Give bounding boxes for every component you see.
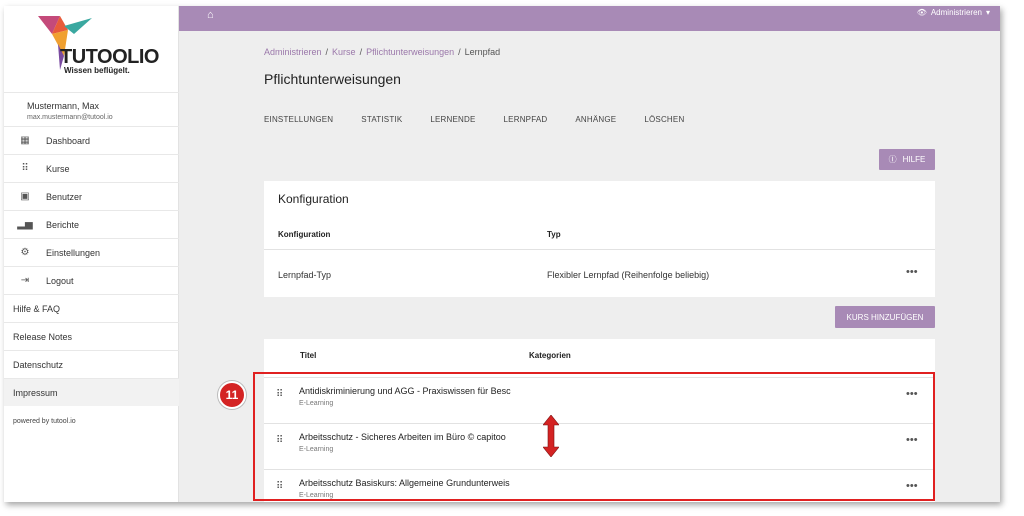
brand-tagline: Wissen beflügelt. <box>64 66 130 75</box>
sidebar-item-label: Einstellungen <box>46 247 101 258</box>
sidebar-item-berichte[interactable]: ▂▅ Berichte <box>4 210 179 238</box>
sidebar-item-label: Kurse <box>46 163 70 174</box>
sidebar-item-label: Benutzer <box>46 191 83 202</box>
annotation-highlight-box <box>253 372 935 501</box>
topbar: ⌂ 👁 Administrieren ▾ <box>179 6 1000 31</box>
dashboard-icon: ▦ <box>20 135 30 146</box>
sidebar-item-label: Dashboard <box>46 135 91 146</box>
config-card: Konfiguration Konfiguration Typ Lernpfad… <box>264 181 935 297</box>
config-header-type: Typ <box>547 230 561 239</box>
user-email: max.mustermann@tutool.io <box>27 114 113 121</box>
more-options-icon[interactable]: ••• <box>906 266 918 278</box>
config-row-name: Lernpfad-Typ <box>278 270 332 280</box>
user-info: Mustermann, Max max.mustermann@tutool.io <box>4 92 179 126</box>
config-title: Konfiguration <box>278 192 349 206</box>
apps-grid-icon: ⠿ <box>21 163 29 174</box>
page-title: Pflichtunterweisungen <box>264 71 401 87</box>
breadcrumb-current: Lernpfad <box>464 47 501 57</box>
annotation-step-badge: 11 <box>218 381 246 409</box>
breadcrumb-kurse[interactable]: Kurse <box>332 47 356 57</box>
eye-icon: 👁 <box>916 8 927 17</box>
sidebar-item-dashboard[interactable]: ▦ Dashboard <box>4 126 179 154</box>
sidebar-link-impressum[interactable]: Impressum <box>4 378 179 406</box>
sidebar-item-einstellungen[interactable]: ⚙ Einstellungen <box>4 238 179 266</box>
config-row-type: Flexibler Lernpfad (Reihenfolge beliebig… <box>547 270 710 280</box>
reorder-arrow-icon <box>543 415 559 457</box>
admin-menu[interactable]: 👁 Administrieren ▾ <box>917 8 990 17</box>
help-button[interactable]: ⓘ HILFE <box>879 149 935 170</box>
sidebar-item-logout[interactable]: ⇥ Logout <box>4 266 179 294</box>
admin-menu-label: Administrieren <box>930 8 982 17</box>
sidebar-item-label: Berichte <box>46 219 80 230</box>
user-name: Mustermann, Max <box>27 101 100 111</box>
sidebar-link-hilfe-faq[interactable]: Hilfe & FAQ <box>4 294 179 322</box>
add-course-button-label: KURS HINZUFÜGEN <box>846 312 924 322</box>
divider <box>264 249 935 250</box>
powered-by-text: powered by tutool.io <box>13 418 76 425</box>
breadcrumb: Administrieren / Kurse / Pflichtunterweisung… <box>264 47 501 57</box>
sidebar-nav: ▦ Dashboard ⠿ Kurse ▣ Benutzer ▂▅ Berich… <box>4 126 179 406</box>
help-button-label: HILFE <box>902 155 926 164</box>
gear-icon: ⚙ <box>20 247 30 258</box>
bar-chart-icon: ▂▅ <box>17 219 33 230</box>
logout-icon: ⇥ <box>20 275 30 286</box>
tab-bar: EINSTELLUNGEN STATISTIK LERNENDE LERNPFA… <box>264 115 712 124</box>
caret-down-icon: ▾ <box>985 8 990 17</box>
sidebar-link-release-notes[interactable]: Release Notes <box>4 322 179 350</box>
config-header-name: Konfiguration <box>278 230 331 239</box>
add-course-button[interactable]: KURS HINZUFÜGEN <box>835 306 935 328</box>
tab-statistik[interactable]: STATISTIK <box>361 115 402 124</box>
sidebar-item-benutzer[interactable]: ▣ Benutzer <box>4 182 179 210</box>
breadcrumb-administrieren[interactable]: Administrieren <box>264 47 322 57</box>
info-icon: ⓘ <box>888 155 897 164</box>
tab-anhaenge[interactable]: ANHÄNGE <box>575 115 616 124</box>
tab-lernpfad[interactable]: LERNPFAD <box>504 115 548 124</box>
breadcrumb-pflichtunterweisungen[interactable]: Pflichtunterweisungen <box>366 47 454 57</box>
tab-loeschen[interactable]: LÖSCHEN <box>644 115 684 124</box>
sidebar-item-kurse[interactable]: ⠿ Kurse <box>4 154 179 182</box>
tab-einstellungen[interactable]: EINSTELLUNGEN <box>264 115 333 124</box>
home-icon[interactable]: ⌂ <box>207 9 214 21</box>
sidebar-link-datenschutz[interactable]: Datenschutz <box>4 350 179 378</box>
sidebar: TUTOOLIO Wissen beflügelt. Mustermann, M… <box>4 6 179 502</box>
tab-lernende[interactable]: LERNENDE <box>430 115 475 124</box>
course-header-title: Titel <box>300 351 317 360</box>
user-box-icon: ▣ <box>20 191 30 202</box>
sidebar-item-label: Logout <box>46 275 74 286</box>
course-header-categories: Kategorien <box>529 351 571 360</box>
